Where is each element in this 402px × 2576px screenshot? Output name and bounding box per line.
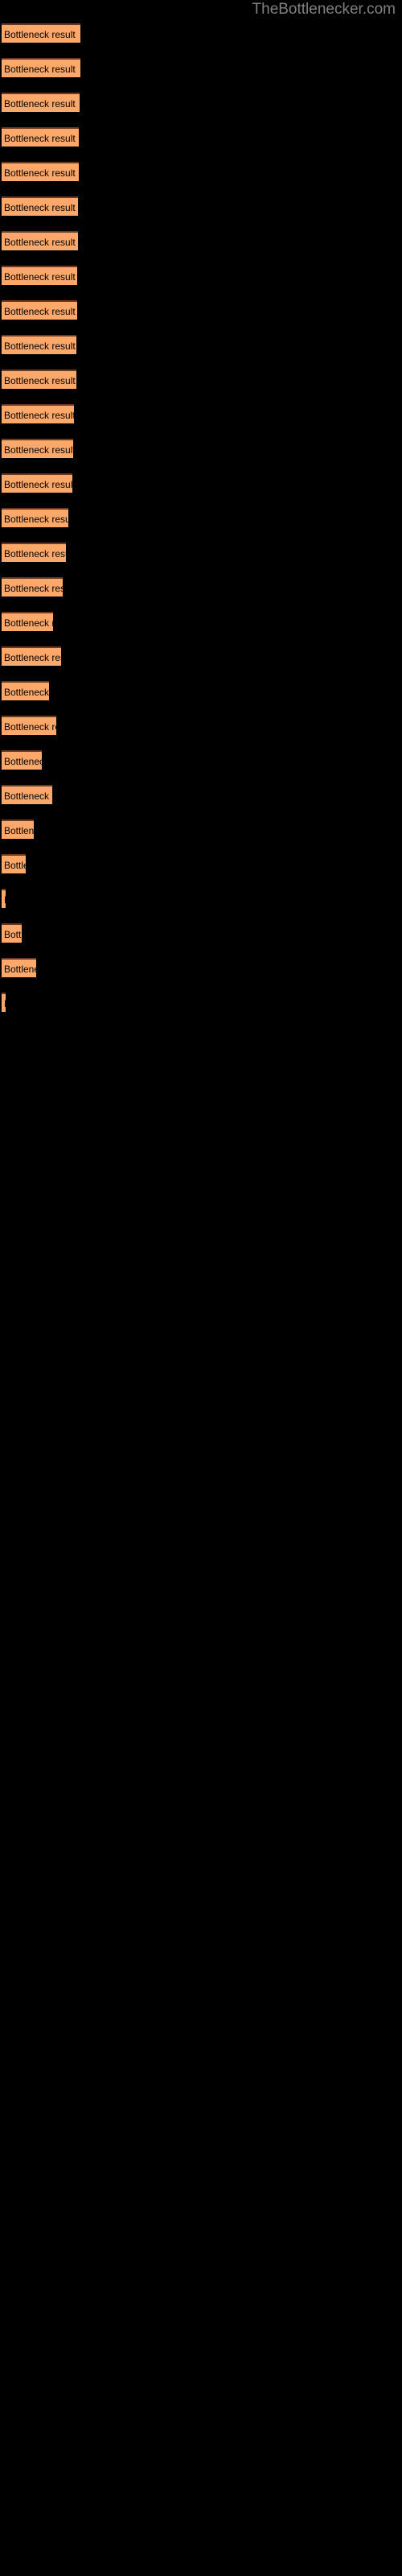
bar-label: Bottleneck result — [4, 825, 34, 836]
bottleneck-result-bar[interactable]: Bottleneck result — [2, 300, 77, 320]
bar-label: Bottleneck result — [4, 479, 72, 490]
bottleneck-result-bar[interactable]: Bottleneck result — [2, 266, 77, 285]
bottleneck-result-bar[interactable]: Bottleneck result — [2, 577, 63, 597]
bar-label: Bottleneck result — [4, 271, 76, 283]
bar-label: Bottleneck result — [4, 791, 52, 802]
bar-label: Bottleneck result — [4, 444, 73, 456]
bar-label: Bottleneck result — [4, 687, 49, 698]
bottleneck-result-bar[interactable]: Bottleneck result — [2, 854, 26, 873]
bar-label: Bottleneck result — [4, 410, 74, 421]
bottleneck-result-bar[interactable]: Bottleneck result — [2, 958, 36, 977]
bar-label: Bottleneck result — [4, 860, 26, 871]
bottleneck-result-bar[interactable]: Bottleneck result — [2, 716, 56, 735]
bottleneck-result-bar[interactable]: Bottleneck result — [2, 369, 76, 389]
bottleneck-result-bar[interactable]: Bottleneck result — [2, 93, 80, 112]
bar-label: Bottleneck result — [4, 375, 76, 386]
bar-label: Bottleneck result — [4, 756, 42, 767]
bar-label: Bottleneck result — [4, 652, 61, 663]
bottleneck-result-bar[interactable]: Bottleneck result — [2, 646, 61, 666]
bottleneck-result-bar[interactable]: Bottleneck result — [2, 750, 42, 770]
bottleneck-result-bar[interactable]: Bottleneck result — [2, 785, 52, 804]
bar-label: Bottleneck result — [4, 548, 66, 559]
bar-label: Bottleneck result — [4, 892, 6, 908]
bar-label: Bottleneck result — [4, 167, 76, 179]
bottleneck-result-bar[interactable]: Bottleneck result — [2, 681, 49, 700]
bottleneck-result-bar[interactable]: Bottleneck result — [2, 508, 68, 527]
bottleneck-result-bar[interactable]: Bottleneck result — [2, 473, 72, 493]
bottleneck-result-bar[interactable]: Bottleneck result — [2, 439, 73, 458]
bottleneck-result-bar[interactable]: Bottleneck result — [2, 612, 53, 631]
bar-label: Bottleneck result — [4, 964, 36, 975]
bottleneck-result-bar[interactable]: Bottleneck result — [2, 196, 78, 216]
bar-label: Bottleneck result — [4, 306, 76, 317]
bottleneck-bar-chart: Bottleneck result Bottleneck result Bottle… — [0, 0, 402, 2576]
bottleneck-result-bar[interactable]: Bottleneck result — [2, 127, 79, 147]
bar-label: Bottleneck result — [4, 237, 76, 248]
bottleneck-result-bar[interactable]: Bottleneck result — [2, 543, 66, 562]
bar-label: Bottleneck result — [4, 29, 76, 40]
bottleneck-result-bar[interactable]: Bottleneck result — [2, 23, 80, 43]
bar-label: Bottleneck result — [4, 929, 22, 940]
bar-label: Bottleneck result — [4, 583, 63, 594]
bar-label: Bottleneck result — [4, 721, 56, 733]
bottleneck-result-bar[interactable]: Bottleneck result — [2, 162, 79, 181]
bottleneck-result-bar[interactable]: Bottleneck result — [2, 889, 6, 908]
bar-label: Bottleneck result — [4, 98, 76, 109]
bar-label: Bottleneck result — [4, 514, 68, 525]
bottleneck-result-bar[interactable]: Bottleneck result — [2, 231, 78, 250]
bottleneck-result-bar[interactable]: Bottleneck result — [2, 404, 74, 423]
bottleneck-result-bar[interactable]: Bottleneck result — [2, 819, 34, 839]
bottleneck-result-bar[interactable]: Bottleneck result — [2, 58, 80, 77]
bottleneck-result-bar[interactable]: Bottleneck result — [2, 335, 76, 354]
bottleneck-result-bar[interactable]: Bottleneck result — [2, 923, 22, 943]
bar-label: Bottleneck result — [4, 996, 6, 1012]
bar-label: Bottleneck result — [4, 133, 76, 144]
bar-label: Bottleneck result — [4, 341, 76, 352]
bar-label: Bottleneck result — [4, 64, 76, 75]
bottleneck-result-bar[interactable]: Bottleneck result — [2, 993, 6, 1012]
bar-label: Bottleneck result — [4, 617, 53, 629]
bar-label: Bottleneck result — [4, 202, 76, 213]
